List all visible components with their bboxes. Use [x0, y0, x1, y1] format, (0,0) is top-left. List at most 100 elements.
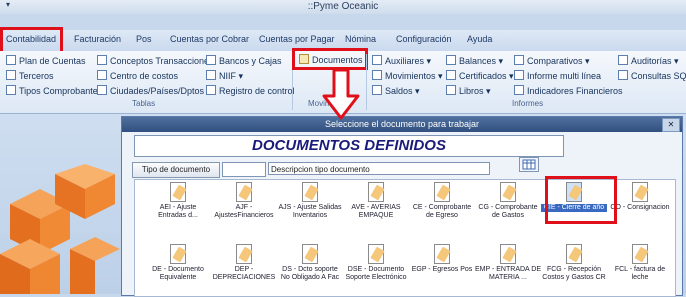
document-item-aei[interactable]: AEI - Ajuste Entradas d... [145, 182, 211, 220]
ribbon-auditorias[interactable]: Auditorías ▾ [618, 55, 679, 67]
document-item-egp[interactable]: EGP - Egresos Pos [409, 244, 475, 274]
ribbon-libros[interactable]: Libros ▾ [446, 85, 491, 97]
books-icon [446, 85, 456, 95]
ribbon-centro-de-costos[interactable]: Centro de costos [97, 70, 178, 81]
document-icon [500, 182, 516, 202]
document-item-fcg[interactable]: FCG - Recepción Costos y Gastos CR [541, 244, 607, 282]
document-item-dep[interactable]: DEP - DEPRECIACIONES [211, 244, 277, 282]
document-icon [566, 244, 582, 264]
document-icon [302, 182, 318, 202]
document-icon [368, 182, 384, 202]
bank-icon [206, 55, 216, 65]
city-icon [97, 85, 107, 95]
compare-icon [514, 55, 524, 65]
ribbon-tipos-comprobantes[interactable]: Tipos Comprobantes [6, 85, 102, 96]
document-item-ds[interactable]: DS - Dcto soporte No Obligado A Fac [277, 244, 343, 282]
balances-small-icon [372, 85, 382, 95]
document-item-dse[interactable]: DSE - Documento Soporte Electrónico [343, 244, 409, 282]
document-type-button[interactable]: Tipo de documento [132, 162, 220, 178]
document-item-ce[interactable]: CE - Comprobante de Egreso [409, 182, 475, 220]
tab-cuentas-por-cobrar[interactable]: Cuentas por Cobrar [170, 34, 249, 44]
ribbon-separator [366, 54, 367, 110]
ribbon-item-label: Conceptos Transacciones [110, 56, 214, 66]
document-label: DEP - DEPRECIACIONES [212, 266, 276, 281]
grid-view-button[interactable] [519, 157, 539, 172]
document-icon [434, 244, 450, 264]
ribbon-item-label: Libros [459, 86, 484, 96]
document-label: EGP - Egresos Pos [411, 266, 473, 273]
ribbon-saldos[interactable]: Saldos ▾ [372, 85, 420, 97]
dropdown-arrow-icon: ▾ [238, 71, 244, 81]
balance-sheet-icon [446, 55, 456, 65]
group-label-tablas: Tablas [132, 99, 156, 108]
tab-cuentas-por-pagar[interactable]: Cuentas por Pagar [259, 34, 335, 44]
ribbon-indicadores-financieros[interactable]: Indicadores Financieros [514, 85, 623, 96]
document-item-emp[interactable]: EMP - ENTRADA DE MATERIA ... [475, 244, 541, 282]
document-code-input[interactable] [222, 162, 266, 177]
multiline-report-icon [514, 70, 524, 80]
ribbon-item-label: Ciudades/Países/Dptos [110, 86, 205, 96]
ribbon-item-label: Auditorías [631, 56, 672, 66]
ribbon-item-label: Terceros [19, 71, 54, 81]
ribbon-item-label: Informe multi línea [527, 71, 602, 81]
ribbon-plan-de-cuentas[interactable]: Plan de Cuentas [6, 55, 86, 66]
document-item-cg[interactable]: CG - Comprobante de Gastos [475, 182, 541, 220]
ribbon-terceros[interactable]: Terceros [6, 70, 54, 81]
document-type-icon [6, 85, 16, 95]
ribbon-item-label: Centro de costos [110, 71, 179, 81]
tab-pos[interactable]: Pos [136, 34, 152, 44]
tab-facturacion[interactable]: Facturación [74, 34, 121, 44]
title-bar: ▾ ::Pyme Oceanic [0, 0, 686, 14]
document-item-ave[interactable]: AVE - AVERIAS EMPAQUE [343, 182, 409, 220]
ribbon-balances[interactable]: Balances ▾ [446, 55, 503, 67]
decorative-cubes [0, 164, 120, 294]
movements-icon [372, 70, 382, 80]
document-item-ajs[interactable]: AJS - Ajuste Salidas Inventarios [277, 182, 343, 220]
ribbon-item-label: Comparativos [527, 56, 583, 66]
ribbon-conceptos-transacciones[interactable]: Conceptos Transacciones [97, 55, 214, 66]
ribbon-registro-de-control[interactable]: Registro de control [206, 85, 295, 96]
ribbon-ciudades[interactable]: Ciudades/Países/Dptos [97, 85, 204, 96]
highlight-documentos [292, 48, 368, 70]
document-label: AEI - Ajuste Entradas d... [158, 204, 198, 219]
ribbon-auxiliares[interactable]: Auxiliares ▾ [372, 55, 431, 67]
group-label-informes: Informes [512, 99, 544, 108]
document-icon [632, 244, 648, 264]
document-item-ajf[interactable]: AJF - AjustesFinancieros [211, 182, 277, 220]
close-button[interactable]: ✕ [662, 118, 680, 132]
ribbon-certificados[interactable]: Certificados ▾ [446, 70, 514, 82]
ribbon-comparativos[interactable]: Comparativos ▾ [514, 55, 590, 67]
ribbon-item-label: Bancos y Cajas [219, 56, 282, 66]
control-register-icon [206, 85, 216, 95]
cost-center-icon [97, 70, 107, 80]
document-label: EMP - ENTRADA DE MATERIA ... [475, 266, 541, 281]
document-label: DS - Dcto soporte No Obligado A Fac [280, 266, 340, 281]
tab-nomina[interactable]: Nómina [345, 34, 376, 44]
ribbon-niif[interactable]: NIIF ▾ [206, 70, 243, 82]
document-label: AJS - Ajuste Salidas Inventarios [278, 204, 342, 219]
ribbon-consultas-sql[interactable]: Consultas SQL [618, 70, 686, 81]
document-icon [632, 182, 648, 202]
window-title: ::Pyme Oceanic [307, 1, 379, 12]
document-item-fcl[interactable]: FCL - factura de leche [607, 244, 673, 282]
ribbon-informe-multi-linea[interactable]: Informe multi línea [514, 70, 601, 81]
document-label: DE - Documento Equivalente [152, 266, 204, 281]
document-label: AJF - AjustesFinancieros [214, 204, 274, 219]
ribbon-bancos-y-cajas[interactable]: Bancos y Cajas [206, 55, 282, 66]
document-label: CE - Comprobante de Egreso [412, 204, 472, 219]
ribbon-movimientos[interactable]: Movimientos ▾ [372, 70, 443, 82]
concept-icon [97, 55, 107, 65]
dialog-heading: DOCUMENTOS DEFINIDOS [134, 135, 564, 157]
dialog-title: Seleccione el documento para trabajar [122, 117, 682, 132]
tab-configuracion[interactable]: Configuración [396, 34, 452, 44]
document-item-de[interactable]: DE - Documento Equivalente [145, 244, 211, 282]
highlight-cie-document [545, 176, 617, 224]
niif-icon [206, 70, 216, 80]
financial-indicators-icon [514, 85, 524, 95]
ribbon-item-label: Balances [459, 56, 497, 66]
document-description-input[interactable]: Descripcion tipo documento [268, 162, 490, 175]
document-icon [236, 182, 252, 202]
tab-ayuda[interactable]: Ayuda [467, 34, 492, 44]
red-arrow-icon [322, 70, 360, 120]
document-icon [302, 244, 318, 264]
